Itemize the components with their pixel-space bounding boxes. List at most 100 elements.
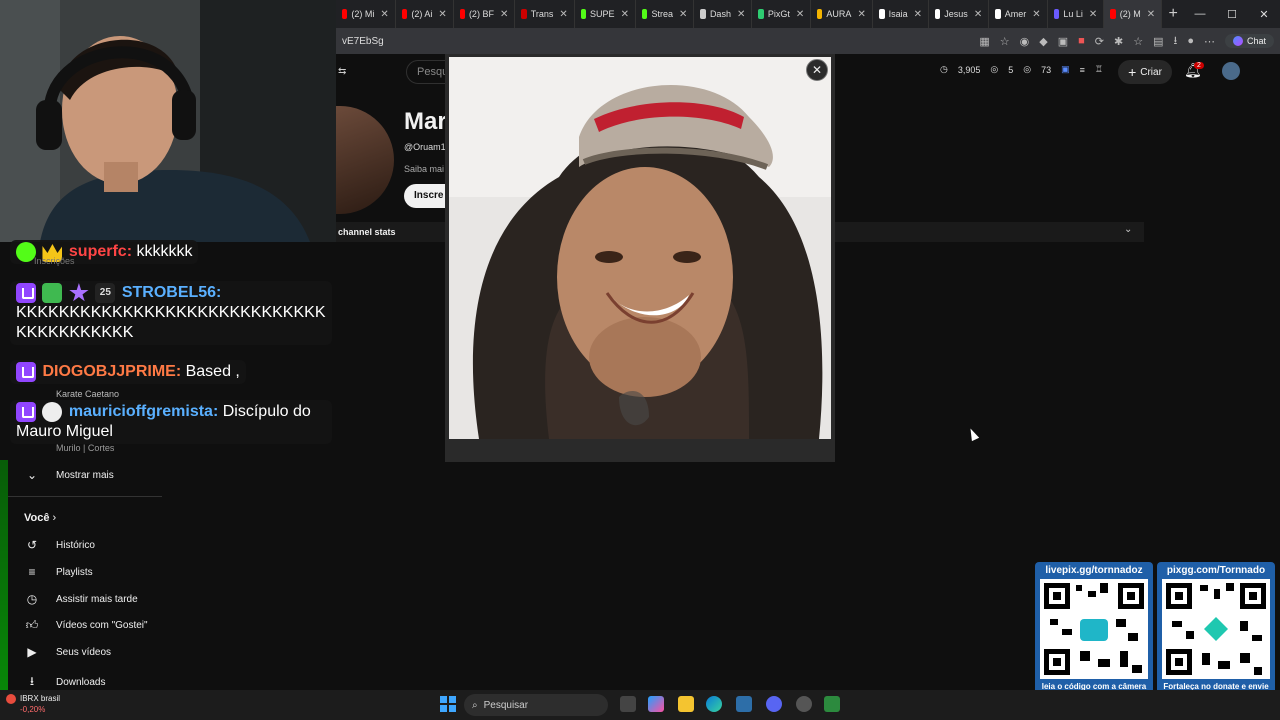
tab-close-icon[interactable]: ✕ — [380, 9, 388, 20]
chevron-down-icon[interactable]: ⌄ — [1124, 224, 1132, 235]
tab-close-icon[interactable]: ✕ — [1089, 9, 1097, 20]
tab-close-icon[interactable]: ✕ — [679, 9, 687, 20]
tab-close-icon[interactable]: ✕ — [1032, 9, 1040, 20]
browser-tab[interactable]: (2) Ai ✕ — [396, 0, 454, 28]
sidebar-channel-item[interactable]: Karate Caetano — [56, 389, 119, 399]
notification-count: 2 — [1194, 62, 1204, 69]
sidebar-item-label: Vídeos com "Gostei" — [56, 620, 148, 631]
new-tab-button[interactable]: + — [1162, 5, 1184, 23]
translate-icon[interactable]: ▣ — [1058, 35, 1068, 48]
address-bar[interactable]: vE7EbSg ▦ ☆ ◉ ◆ ▣ ■ ⟳ ✱ ☆ ▤ ⭳ ● ⋯ Chat — [336, 28, 1280, 54]
sidebar-item-history[interactable]: ↺ Histórico — [24, 538, 95, 552]
browser-tab[interactable]: Amer ✕ — [989, 0, 1048, 28]
sidebar-item-your-videos[interactable]: ▶ Seus vídeos — [24, 645, 111, 659]
chat-message: 25 STROBEL56: KKKKKKKKKKKKKKKKKKKKKKKKKK… — [10, 281, 332, 346]
show-more-button[interactable]: ⌄ Mostrar mais — [24, 468, 114, 482]
edge-browser-icon[interactable] — [706, 696, 722, 712]
close-icon[interactable]: ✕ — [806, 59, 828, 81]
sidebar-item-playlists[interactable]: ≡ Playlists — [24, 565, 92, 579]
chat-text: KKKKKKKKKKKKKKKKKKKKKKKKKKKKKKKKKKKKKKKK — [16, 304, 326, 342]
tab-label: Strea — [651, 9, 673, 19]
tab-close-icon[interactable]: ✕ — [796, 9, 804, 20]
tab-close-icon[interactable]: ✕ — [500, 9, 508, 20]
browser-tab[interactable]: AURA ✕ — [811, 0, 873, 28]
tab-favicon-icon — [1110, 9, 1116, 19]
obs-icon[interactable] — [796, 696, 812, 712]
sidebar-item-liked[interactable]: 👍︎ Vídeos com "Gostei" — [24, 618, 148, 633]
twitch-icon — [16, 362, 36, 382]
refresh-icon[interactable]: ⟳ — [1095, 35, 1104, 48]
favorites-icon[interactable]: ☆ — [1133, 35, 1143, 48]
tab-label: (2) M — [1119, 9, 1141, 19]
sidebar-item-label: Assistir mais tarde — [56, 593, 138, 605]
tab-close-icon[interactable]: ✕ — [737, 9, 745, 20]
browser-tab[interactable]: SUPE ✕ — [575, 0, 636, 28]
browser-tab[interactable]: (2) M ✕ — [1104, 0, 1163, 28]
tab-close-icon[interactable]: ✕ — [621, 9, 629, 20]
browser-tab[interactable]: (2) Mi ✕ — [336, 0, 396, 28]
channel-more-link[interactable]: Saiba mai — [404, 164, 444, 174]
create-button[interactable]: + Criar — [1118, 60, 1172, 84]
twitch-icon — [16, 402, 36, 422]
browser-tab[interactable]: Dash ✕ — [694, 0, 753, 28]
copilot-icon[interactable] — [648, 696, 664, 712]
photos-icon[interactable] — [736, 696, 752, 712]
ticker-name: IBRX brasil — [20, 694, 61, 703]
record-icon[interactable]: ■ — [1078, 35, 1085, 47]
sidebar-item-watch-later[interactable]: ◷ Assistir mais tarde — [24, 592, 138, 606]
discord-icon[interactable] — [766, 696, 782, 712]
minimize-icon[interactable]: — — [1184, 8, 1216, 21]
profile-icon[interactable]: ● — [1187, 35, 1194, 47]
menu-icon[interactable]: ⋯ — [1204, 35, 1215, 48]
browser-tab[interactable]: PixGt ✕ — [752, 0, 812, 28]
tab-close-icon[interactable]: ✕ — [1147, 9, 1155, 20]
tab-close-icon[interactable]: ✕ — [974, 9, 982, 20]
browser-tab[interactable]: Jesus ✕ — [929, 0, 990, 28]
browser-tab[interactable]: (2) BF ✕ — [454, 0, 516, 28]
chat-message: mauricioffgremista: Discípulo do Mauro M… — [10, 400, 332, 445]
qr-title: pixgg.com/Tornnado — [1166, 565, 1266, 576]
file-explorer-icon[interactable] — [678, 696, 694, 712]
list-icon[interactable]: ≡ — [1080, 65, 1085, 75]
browser-tab[interactable]: Isaia ✕ — [873, 0, 929, 28]
trophy-icon[interactable]: ♖ — [1095, 64, 1103, 75]
url-text[interactable]: vE7EbSg — [342, 36, 979, 47]
shield-icon[interactable]: ◆ — [1039, 35, 1047, 48]
star-icon[interactable]: ☆ — [1000, 35, 1010, 48]
puzzle-icon[interactable]: ✱ — [1114, 35, 1123, 48]
tab-close-icon[interactable]: ✕ — [559, 9, 567, 20]
tab-favicon-icon — [521, 9, 527, 19]
windows-start-icon[interactable] — [440, 696, 456, 712]
qr-title: livepix.gg/tornnadoz — [1045, 565, 1143, 576]
collections-icon[interactable]: ▤ — [1153, 35, 1163, 48]
channel-avatar[interactable] — [336, 106, 394, 214]
tab-label: SUPE — [590, 9, 615, 19]
sidebar-channel-item[interactable]: Murilo | Cortes — [56, 443, 114, 453]
taskbar-search-input[interactable]: ⌕ Pesquisar — [464, 694, 608, 716]
you-section-header[interactable]: Você › — [24, 512, 56, 524]
tab-close-icon[interactable]: ✕ — [438, 9, 446, 20]
avatar[interactable] — [1222, 62, 1240, 80]
maximize-icon[interactable]: ☐ — [1216, 8, 1248, 21]
close-window-icon[interactable]: ✕ — [1248, 8, 1280, 21]
app-icon[interactable] — [824, 696, 840, 712]
filter-icon[interactable]: ⇆ — [338, 66, 346, 77]
tab-close-icon[interactable]: ✕ — [914, 9, 922, 20]
task-view-icon[interactable] — [620, 696, 636, 712]
chat-text: Based , — [185, 363, 240, 381]
copilot-icon — [1232, 36, 1243, 46]
browser-tab[interactable]: Lu Li ✕ — [1048, 0, 1105, 28]
stock-ticker-widget[interactable]: IBRX brasil -0,20% — [20, 693, 60, 715]
grid-icon[interactable]: ▦ — [979, 35, 989, 48]
overlay-edge — [0, 460, 8, 690]
extension-icon[interactable]: ▣ — [1061, 64, 1070, 75]
extension-icon[interactable]: ◉ — [1020, 35, 1030, 48]
browser-tab[interactable]: Strea ✕ — [636, 0, 695, 28]
tab-label: AURA — [826, 9, 852, 19]
download-icon[interactable]: ⭳ — [1173, 32, 1177, 51]
chat-username: superfc: — [68, 243, 133, 261]
browser-tab[interactable]: Trans ✕ — [515, 0, 575, 28]
tab-close-icon[interactable]: ✕ — [857, 9, 865, 20]
history-icon: ↺ — [26, 538, 38, 552]
copilot-chat-button[interactable]: Chat — [1224, 34, 1274, 48]
